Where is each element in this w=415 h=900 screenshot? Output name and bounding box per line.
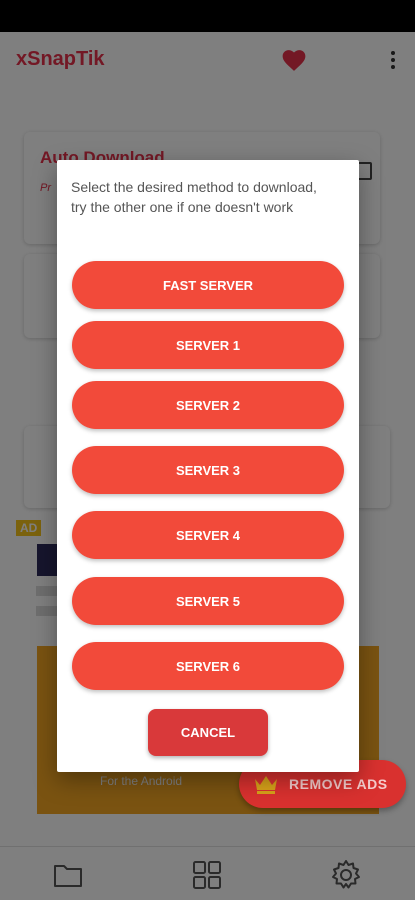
crown-icon bbox=[255, 776, 277, 794]
cancel-button[interactable]: CANCEL bbox=[148, 709, 268, 756]
server-1-button[interactable]: SERVER 1 bbox=[72, 321, 344, 369]
server-4-button[interactable]: SERVER 4 bbox=[72, 511, 344, 559]
server-select-dialog: Select the desired method to download, t… bbox=[57, 160, 359, 772]
server-2-button[interactable]: SERVER 2 bbox=[72, 381, 344, 429]
fast-server-button[interactable]: FAST SERVER bbox=[72, 261, 344, 309]
server-6-button[interactable]: SERVER 6 bbox=[72, 642, 344, 690]
status-bar bbox=[0, 0, 415, 32]
remove-ads-label: REMOVE ADS bbox=[289, 776, 388, 792]
server-3-button[interactable]: SERVER 3 bbox=[72, 446, 344, 494]
server-5-button[interactable]: SERVER 5 bbox=[72, 577, 344, 625]
dialog-message: Select the desired method to download, t… bbox=[71, 179, 317, 215]
